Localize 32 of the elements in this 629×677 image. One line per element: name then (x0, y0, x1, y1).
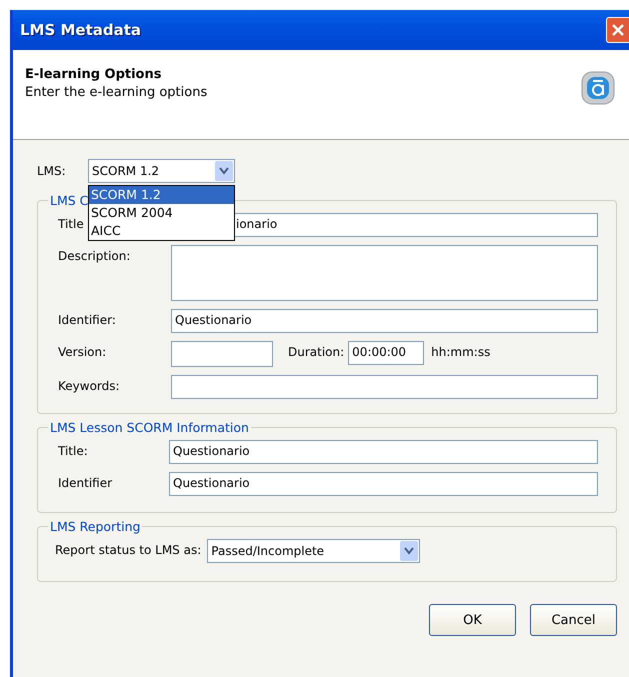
close-button[interactable] (606, 17, 629, 43)
header-subtitle: Enter the e-learning options (25, 85, 208, 100)
field-label: Identifier: (58, 313, 116, 327)
lms-label: LMS: (37, 164, 67, 178)
group-legend: LMS Lesson SCORM Information (48, 420, 251, 435)
text-field[interactable]: Questionario (171, 309, 598, 333)
field-label: Keywords: (58, 379, 120, 393)
field-label: Description: (58, 249, 130, 263)
group-legend: LMS Reporting (48, 519, 142, 534)
text-area[interactable] (171, 245, 598, 301)
field-label: Title: (58, 444, 88, 458)
field-label: Identifier (58, 476, 112, 490)
duration-field[interactable]: 00:00:00 (348, 341, 424, 365)
dialog-button[interactable]: Cancel (530, 604, 617, 636)
dropdown-option[interactable]: SCORM 1.2 (89, 186, 234, 204)
window-title: LMS Metadata (20, 21, 142, 39)
dialog-button[interactable]: OK (429, 604, 516, 636)
group-legend: LMS C (48, 193, 90, 208)
text-field[interactable]: Questionario (169, 472, 598, 496)
field-label: Version: (58, 345, 106, 359)
close-icon (610, 22, 626, 38)
field-label: Title (58, 217, 84, 231)
status-dropdown[interactable]: Passed/Incomplete (207, 539, 420, 563)
field-label: Duration: (288, 345, 344, 359)
format-hint: hh:mm:ss (431, 345, 490, 359)
lms-dropdown[interactable]: SCORM 1.2 (88, 159, 235, 183)
field-label: Report status to LMS as: (55, 543, 202, 557)
app-logo-icon (581, 71, 615, 105)
text-field[interactable] (171, 375, 598, 399)
version-field[interactable] (171, 341, 273, 367)
text-field[interactable]: Questionario (169, 440, 598, 464)
header-title: E-learning Options (25, 67, 162, 82)
